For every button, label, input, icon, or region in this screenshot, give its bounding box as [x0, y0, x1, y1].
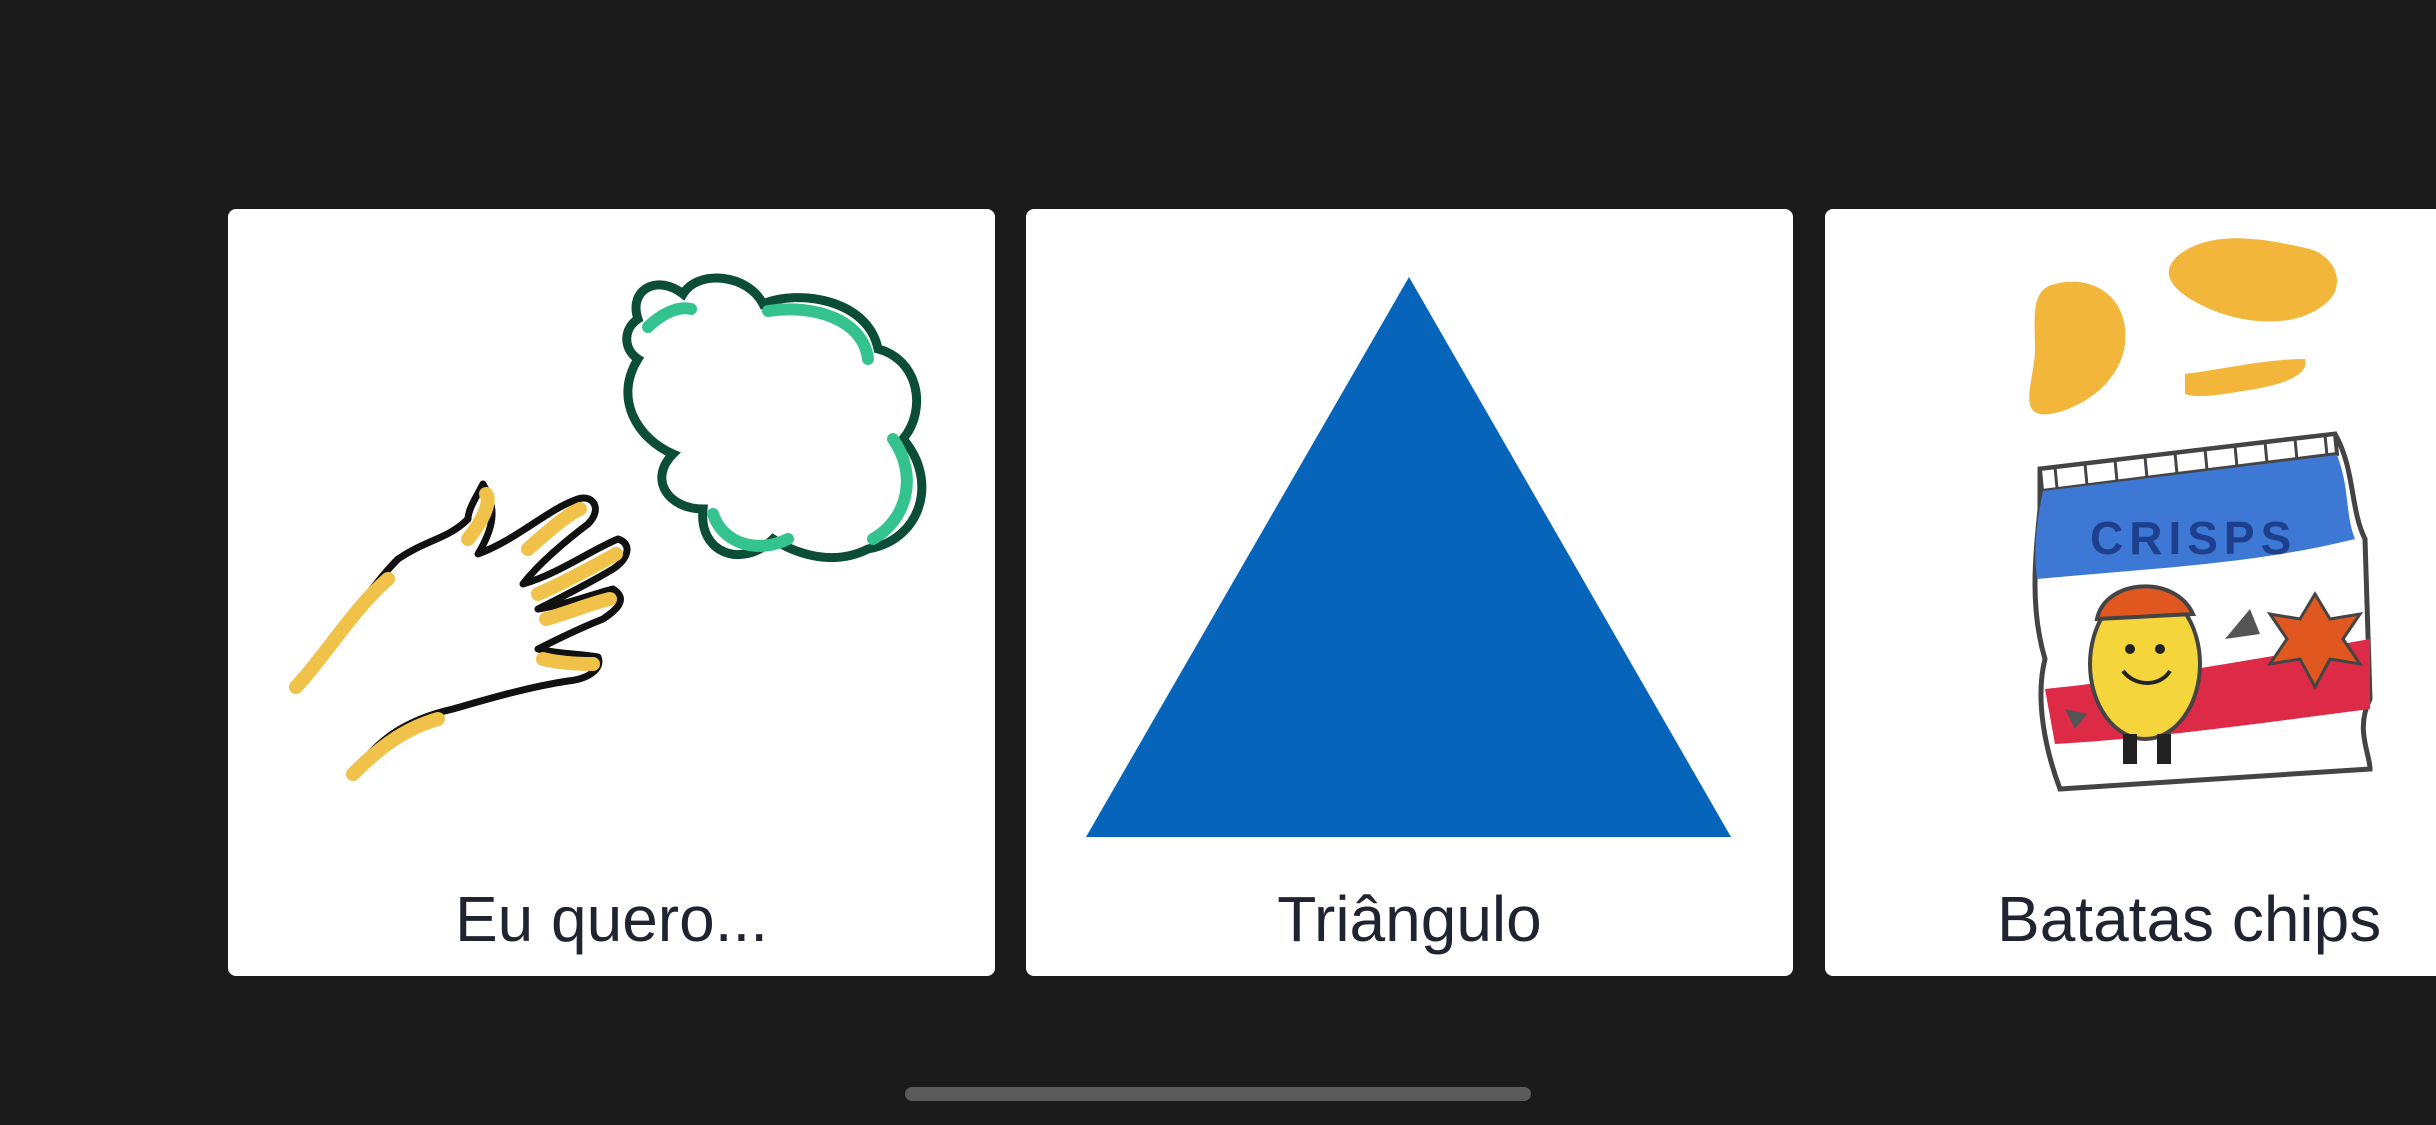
crisps-text: CRISPS — [2090, 512, 2297, 564]
symbol-card-eu-quero[interactable]: Eu quero... — [228, 209, 995, 976]
card-image: CRISPS — [1825, 209, 2436, 869]
card-label: Triângulo — [1277, 883, 1542, 955]
want-hand-icon — [289, 273, 927, 781]
home-indicator[interactable] — [905, 1087, 1531, 1101]
potato-chips-icon: CRISPS — [2029, 238, 2373, 792]
symbol-card-batatas-chips[interactable]: CRISPS Batatas chips — [1825, 209, 2436, 976]
card-image — [228, 209, 995, 869]
card-label: Eu quero... — [454, 883, 769, 955]
card-image — [1026, 209, 1793, 869]
card-label: Batatas chips — [1997, 883, 2382, 955]
triangle-icon — [1086, 277, 1731, 837]
screen: Eu quero... Triângulo CRISPS Batatas chi… — [0, 0, 2436, 1125]
symbol-card-triangulo[interactable]: Triângulo — [1026, 209, 1793, 976]
